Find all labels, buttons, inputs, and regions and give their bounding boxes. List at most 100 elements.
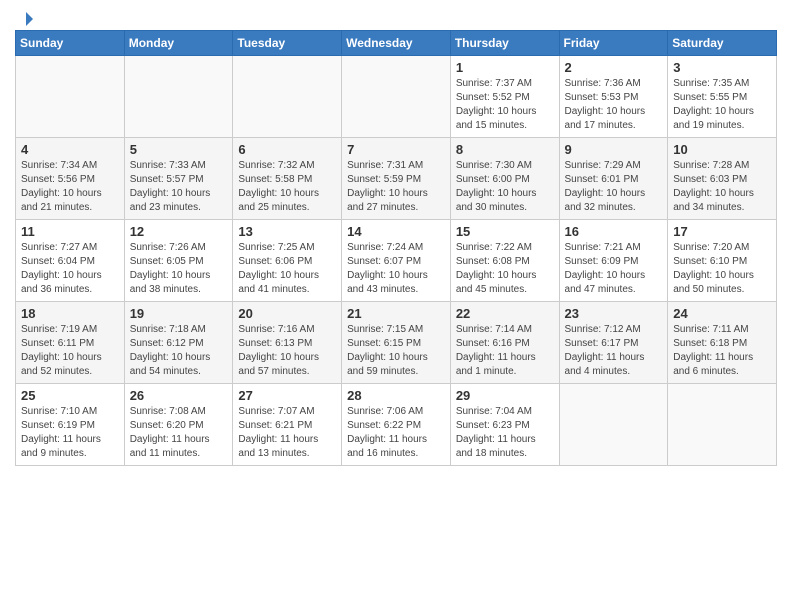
day-info: Sunrise: 7:15 AM Sunset: 6:15 PM Dayligh… xyxy=(347,323,445,379)
day-number: 16 xyxy=(565,224,663,239)
calendar-cell: 7 Sunrise: 7:31 AM Sunset: 5:59 PM Daylig… xyxy=(342,138,451,220)
calendar-cell: 6 Sunrise: 7:32 AM Sunset: 5:58 PM Daylig… xyxy=(233,138,342,220)
day-number: 7 xyxy=(347,142,445,157)
calendar-cell: 5 Sunrise: 7:33 AM Sunset: 5:57 PM Daylig… xyxy=(124,138,233,220)
calendar-cell: 25Sunrise: 7:10 AM Sunset: 6:19 PM Dayli… xyxy=(16,384,125,466)
calendar-cell: 19 Sunrise: 7:18 AM Sunset: 6:12 PM Dayli… xyxy=(124,302,233,384)
day-number: 6 xyxy=(238,142,336,157)
calendar-cell: 28 Sunrise: 7:06 AM Sunset: 6:22 PM Dayli… xyxy=(342,384,451,466)
day-header-thursday: Thursday xyxy=(450,31,559,56)
day-number: 4 xyxy=(21,142,119,157)
calendar-cell: 18 Sunrise: 7:19 AM Sunset: 6:11 PM Dayli… xyxy=(16,302,125,384)
calendar-cell: 4 Sunrise: 7:34 AM Sunset: 5:56 PM Daylig… xyxy=(16,138,125,220)
day-info: Sunrise: 7:07 AM Sunset: 6:21 PM Dayligh… xyxy=(238,405,336,461)
day-header-saturday: Saturday xyxy=(668,31,777,56)
calendar-cell xyxy=(559,384,668,466)
calendar-cell: 17Sunrise: 7:20 AM Sunset: 6:10 PM Dayli… xyxy=(668,220,777,302)
logo xyxy=(15,10,35,24)
calendar-cell: 27 Sunrise: 7:07 AM Sunset: 6:21 PM Dayli… xyxy=(233,384,342,466)
day-number: 28 xyxy=(347,388,445,403)
day-info: Sunrise: 7:12 AM Sunset: 6:17 PM Dayligh… xyxy=(565,323,663,379)
calendar-cell: 20 Sunrise: 7:16 AM Sunset: 6:13 PM Dayli… xyxy=(233,302,342,384)
calendar-header-row: SundayMondayTuesdayWednesdayThursdayFrid… xyxy=(16,31,777,56)
day-number: 15 xyxy=(456,224,554,239)
page-header xyxy=(15,10,777,24)
day-number: 8 xyxy=(456,142,554,157)
day-number: 1 xyxy=(456,60,554,75)
day-info: Sunrise: 7:33 AM Sunset: 5:57 PM Dayligh… xyxy=(130,159,228,215)
calendar-week-row: 1 Sunrise: 7:37 AM Sunset: 5:52 PM Daylig… xyxy=(16,56,777,138)
day-number: 22 xyxy=(456,306,554,321)
calendar-cell: 12Sunrise: 7:26 AM Sunset: 6:05 PM Dayli… xyxy=(124,220,233,302)
day-info: Sunrise: 7:35 AM Sunset: 5:55 PM Dayligh… xyxy=(673,77,771,133)
day-info: Sunrise: 7:24 AM Sunset: 6:07 PM Dayligh… xyxy=(347,241,445,297)
day-info: Sunrise: 7:25 AM Sunset: 6:06 PM Dayligh… xyxy=(238,241,336,297)
day-header-tuesday: Tuesday xyxy=(233,31,342,56)
day-number: 2 xyxy=(565,60,663,75)
day-number: 23 xyxy=(565,306,663,321)
calendar-cell xyxy=(342,56,451,138)
day-number: 5 xyxy=(130,142,228,157)
calendar-cell: 9Sunrise: 7:29 AM Sunset: 6:01 PM Daylig… xyxy=(559,138,668,220)
logo-icon xyxy=(17,10,35,28)
calendar-cell: 15 Sunrise: 7:22 AM Sunset: 6:08 PM Dayli… xyxy=(450,220,559,302)
day-info: Sunrise: 7:31 AM Sunset: 5:59 PM Dayligh… xyxy=(347,159,445,215)
day-info: Sunrise: 7:14 AM Sunset: 6:16 PM Dayligh… xyxy=(456,323,554,379)
day-info: Sunrise: 7:10 AM Sunset: 6:19 PM Dayligh… xyxy=(21,405,119,461)
day-info: Sunrise: 7:18 AM Sunset: 6:12 PM Dayligh… xyxy=(130,323,228,379)
calendar-cell: 3Sunrise: 7:35 AM Sunset: 5:55 PM Daylig… xyxy=(668,56,777,138)
day-number: 12 xyxy=(130,224,228,239)
day-header-wednesday: Wednesday xyxy=(342,31,451,56)
day-number: 18 xyxy=(21,306,119,321)
day-number: 14 xyxy=(347,224,445,239)
day-info: Sunrise: 7:08 AM Sunset: 6:20 PM Dayligh… xyxy=(130,405,228,461)
day-number: 17 xyxy=(673,224,771,239)
day-number: 11 xyxy=(21,224,119,239)
day-info: Sunrise: 7:21 AM Sunset: 6:09 PM Dayligh… xyxy=(565,241,663,297)
calendar-cell: 21 Sunrise: 7:15 AM Sunset: 6:15 PM Dayli… xyxy=(342,302,451,384)
day-info: Sunrise: 7:22 AM Sunset: 6:08 PM Dayligh… xyxy=(456,241,554,297)
day-header-friday: Friday xyxy=(559,31,668,56)
calendar-cell: 11 Sunrise: 7:27 AM Sunset: 6:04 PM Dayli… xyxy=(16,220,125,302)
day-number: 19 xyxy=(130,306,228,321)
calendar-week-row: 25Sunrise: 7:10 AM Sunset: 6:19 PM Dayli… xyxy=(16,384,777,466)
day-number: 20 xyxy=(238,306,336,321)
day-number: 10 xyxy=(673,142,771,157)
day-info: Sunrise: 7:34 AM Sunset: 5:56 PM Dayligh… xyxy=(21,159,119,215)
calendar-cell xyxy=(124,56,233,138)
calendar-cell: 10Sunrise: 7:28 AM Sunset: 6:03 PM Dayli… xyxy=(668,138,777,220)
calendar-cell: 13 Sunrise: 7:25 AM Sunset: 6:06 PM Dayli… xyxy=(233,220,342,302)
day-info: Sunrise: 7:16 AM Sunset: 6:13 PM Dayligh… xyxy=(238,323,336,379)
calendar-cell: 16 Sunrise: 7:21 AM Sunset: 6:09 PM Dayli… xyxy=(559,220,668,302)
day-number: 13 xyxy=(238,224,336,239)
calendar-cell: 24 Sunrise: 7:11 AM Sunset: 6:18 PM Dayli… xyxy=(668,302,777,384)
day-header-sunday: Sunday xyxy=(16,31,125,56)
calendar-week-row: 11 Sunrise: 7:27 AM Sunset: 6:04 PM Dayli… xyxy=(16,220,777,302)
day-number: 21 xyxy=(347,306,445,321)
day-info: Sunrise: 7:06 AM Sunset: 6:22 PM Dayligh… xyxy=(347,405,445,461)
calendar-cell: 29Sunrise: 7:04 AM Sunset: 6:23 PM Dayli… xyxy=(450,384,559,466)
day-number: 27 xyxy=(238,388,336,403)
day-info: Sunrise: 7:11 AM Sunset: 6:18 PM Dayligh… xyxy=(673,323,771,379)
calendar-cell: 1 Sunrise: 7:37 AM Sunset: 5:52 PM Daylig… xyxy=(450,56,559,138)
calendar-cell xyxy=(16,56,125,138)
calendar-week-row: 18 Sunrise: 7:19 AM Sunset: 6:11 PM Dayli… xyxy=(16,302,777,384)
day-info: Sunrise: 7:37 AM Sunset: 5:52 PM Dayligh… xyxy=(456,77,554,133)
calendar-cell: 23 Sunrise: 7:12 AM Sunset: 6:17 PM Dayli… xyxy=(559,302,668,384)
calendar-cell: 14 Sunrise: 7:24 AM Sunset: 6:07 PM Dayli… xyxy=(342,220,451,302)
calendar-cell xyxy=(668,384,777,466)
day-info: Sunrise: 7:29 AM Sunset: 6:01 PM Dayligh… xyxy=(565,159,663,215)
day-info: Sunrise: 7:27 AM Sunset: 6:04 PM Dayligh… xyxy=(21,241,119,297)
calendar-cell: 22 Sunrise: 7:14 AM Sunset: 6:16 PM Dayli… xyxy=(450,302,559,384)
calendar-cell: 2 Sunrise: 7:36 AM Sunset: 5:53 PM Daylig… xyxy=(559,56,668,138)
calendar-cell xyxy=(233,56,342,138)
calendar-week-row: 4 Sunrise: 7:34 AM Sunset: 5:56 PM Daylig… xyxy=(16,138,777,220)
day-info: Sunrise: 7:19 AM Sunset: 6:11 PM Dayligh… xyxy=(21,323,119,379)
calendar-cell: 8 Sunrise: 7:30 AM Sunset: 6:00 PM Daylig… xyxy=(450,138,559,220)
day-number: 29 xyxy=(456,388,554,403)
day-info: Sunrise: 7:36 AM Sunset: 5:53 PM Dayligh… xyxy=(565,77,663,133)
day-info: Sunrise: 7:30 AM Sunset: 6:00 PM Dayligh… xyxy=(456,159,554,215)
day-number: 24 xyxy=(673,306,771,321)
day-header-monday: Monday xyxy=(124,31,233,56)
day-info: Sunrise: 7:32 AM Sunset: 5:58 PM Dayligh… xyxy=(238,159,336,215)
